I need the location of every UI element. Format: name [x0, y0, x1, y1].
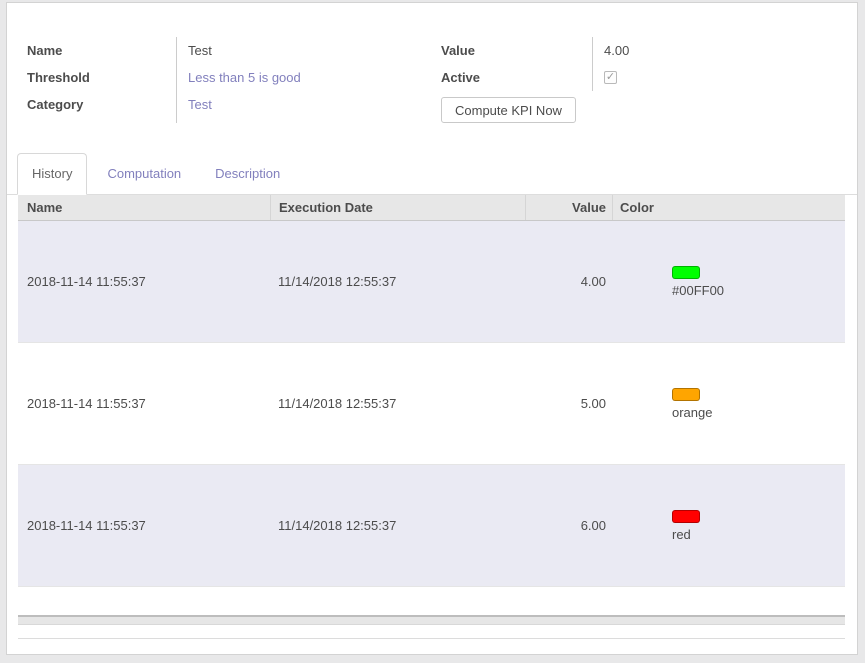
column-header-execution-date[interactable]: Execution Date [270, 195, 525, 220]
tab-description[interactable]: Description [201, 154, 294, 194]
active-checkbox[interactable]: ✓ [604, 71, 617, 84]
table-row[interactable]: 2018-11-14 11:55:37 11/14/2018 12:55:37 … [18, 465, 845, 587]
row-name-cell: 2018-11-14 11:55:37 [18, 221, 270, 342]
row-execution-date-cell: 11/14/2018 12:55:37 [270, 343, 525, 464]
tab-bar: History Computation Description [7, 153, 857, 195]
active-field-label: Active [441, 64, 592, 91]
value-field-label: Value [441, 37, 592, 64]
color-label: red [672, 527, 691, 542]
value-field-value[interactable]: 4.00 [604, 37, 843, 64]
row-value-cell: 5.00 [525, 343, 612, 464]
color-label: #00FF00 [672, 283, 724, 298]
color-swatch [672, 266, 700, 279]
tab-computation[interactable]: Computation [93, 154, 195, 194]
row-color-cell: orange [612, 343, 845, 464]
labels-column-left: Name Threshold Category [27, 37, 176, 123]
table-row[interactable]: 2018-11-14 11:55:37 11/14/2018 12:55:37 … [18, 343, 845, 465]
column-header-color[interactable]: Color [612, 195, 845, 220]
table-body: 2018-11-14 11:55:37 11/14/2018 12:55:37 … [18, 221, 845, 587]
compute-kpi-now-button[interactable]: Compute KPI Now [441, 97, 576, 123]
column-header-value[interactable]: Value [525, 195, 612, 220]
threshold-field-value[interactable]: Less than 5 is good [188, 64, 441, 91]
name-field-value[interactable]: Test [188, 37, 441, 64]
row-name-cell: 2018-11-14 11:55:37 [18, 343, 270, 464]
labels-column-right: Value Active [441, 37, 592, 91]
category-field-label: Category [27, 91, 176, 118]
color-swatch [672, 510, 700, 523]
color-swatch [672, 388, 700, 401]
row-name-cell: 2018-11-14 11:55:37 [18, 465, 270, 586]
row-color-cell: red [612, 465, 845, 586]
threshold-field-label: Threshold [27, 64, 176, 91]
color-label: orange [672, 405, 712, 420]
form-group-left: Name Threshold Category Test Less than 5… [27, 37, 441, 123]
row-value-cell: 4.00 [525, 221, 612, 342]
history-list-view: Name Execution Date Value Color 2018-11-… [18, 195, 845, 587]
table-row[interactable]: 2018-11-14 11:55:37 11/14/2018 12:55:37 … [18, 221, 845, 343]
column-header-name[interactable]: Name [18, 195, 270, 220]
name-field-label: Name [27, 37, 176, 64]
values-column-right: 4.00 ✓ [592, 37, 843, 91]
footer-divider [18, 638, 845, 639]
checkbox-check-icon: ✓ [606, 72, 615, 83]
horizontal-scrollbar[interactable] [18, 615, 845, 625]
row-value-cell: 6.00 [525, 465, 612, 586]
row-execution-date-cell: 11/14/2018 12:55:37 [270, 465, 525, 586]
table-header-row: Name Execution Date Value Color [18, 195, 845, 221]
row-color-cell: #00FF00 [612, 221, 845, 342]
category-field-value[interactable]: Test [188, 91, 441, 118]
row-execution-date-cell: 11/14/2018 12:55:37 [270, 221, 525, 342]
form-group-right: Value Active 4.00 ✓ Compute KPI Now [441, 37, 843, 123]
values-column-left: Test Less than 5 is good Test [176, 37, 441, 123]
form-sheet: Name Threshold Category Test Less than 5… [6, 2, 858, 655]
form-fields-area: Name Threshold Category Test Less than 5… [7, 3, 857, 123]
tab-history[interactable]: History [17, 153, 87, 195]
notebook: History Computation Description Name Exe… [7, 153, 857, 639]
